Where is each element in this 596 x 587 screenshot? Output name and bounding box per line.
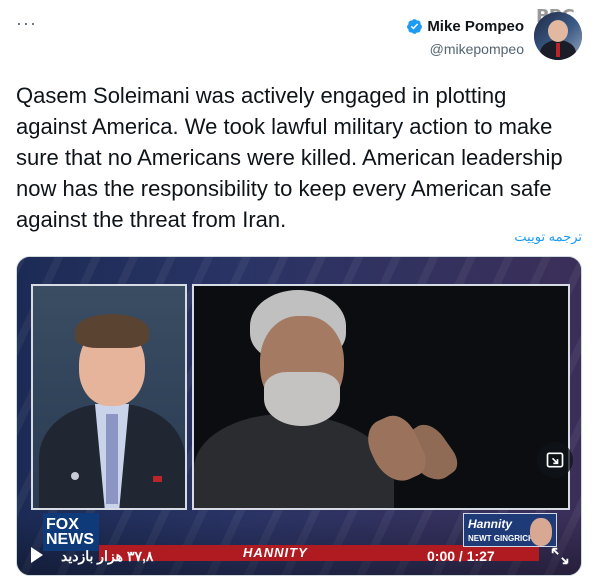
verified-badge-icon — [407, 19, 423, 34]
view-count: ۳۷,۸ هزار بازدید — [61, 548, 154, 564]
inset-title: Hannity — [468, 517, 513, 531]
fullscreen-icon[interactable] — [549, 545, 571, 567]
video-right-panel — [192, 284, 570, 510]
picture-in-picture-button[interactable] — [537, 442, 573, 478]
tweet-text: Qasem Soleimani was actively engaged in … — [16, 83, 563, 232]
translate-tweet-link[interactable]: ترجمه توییت — [514, 229, 582, 245]
author-handle[interactable]: @mikepompeo — [406, 41, 524, 57]
more-options-button[interactable]: ··· — [16, 14, 37, 32]
play-icon[interactable] — [31, 547, 43, 563]
video-left-panel — [31, 284, 187, 510]
playback-time: 0:00 / 1:27 — [427, 548, 495, 564]
tweet-author: Mike Pompeo @mikepompeo — [406, 12, 582, 60]
video-player[interactable]: FOX NEWS HANNITY Hannity NEWT GINGRICH ۳… — [16, 256, 582, 576]
name-row: Mike Pompeo — [406, 18, 524, 35]
author-names: Mike Pompeo @mikepompeo — [406, 18, 524, 57]
video-controls: ۳۷,۸ هزار بازدید 0:00 / 1:27 — [17, 535, 581, 575]
author-display-name[interactable]: Mike Pompeo — [427, 18, 524, 35]
picture-in-picture-icon — [546, 452, 564, 468]
avatar[interactable] — [534, 12, 582, 60]
